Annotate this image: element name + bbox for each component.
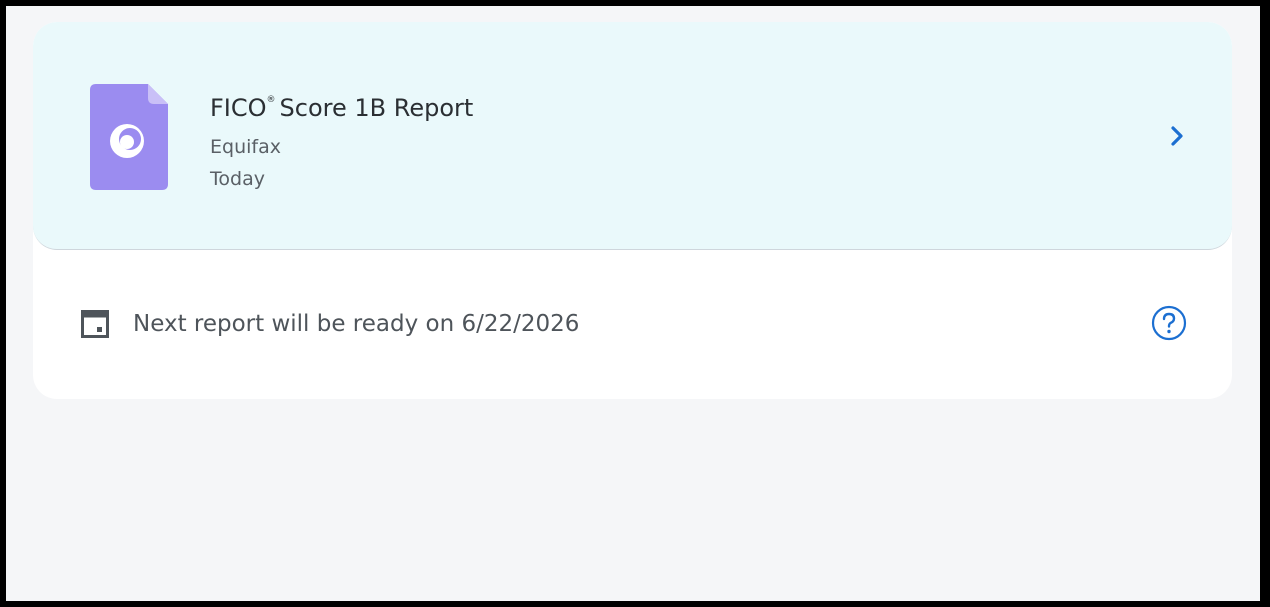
- next-report-text: Next report will be ready on 6/22/2026: [133, 311, 580, 337]
- report-bureau: Equifax: [210, 136, 281, 158]
- registered-mark: ®: [266, 95, 276, 105]
- report-title-prefix: FICO: [210, 94, 267, 122]
- report-date: Today: [210, 168, 265, 190]
- report-info: FICO® Score 1B Report Equifax Today: [210, 84, 473, 194]
- next-report-row: Next report will be ready on 6/22/2026: [33, 250, 1232, 399]
- report-title: FICO® Score 1B Report: [210, 84, 473, 124]
- report-title-suffix: Score 1B Report: [279, 94, 474, 122]
- report-card: FICO® Score 1B Report Equifax Today Next …: [33, 22, 1232, 399]
- page-frame: FICO® Score 1B Report Equifax Today Next …: [6, 6, 1260, 601]
- report-row[interactable]: FICO® Score 1B Report Equifax Today: [33, 22, 1232, 250]
